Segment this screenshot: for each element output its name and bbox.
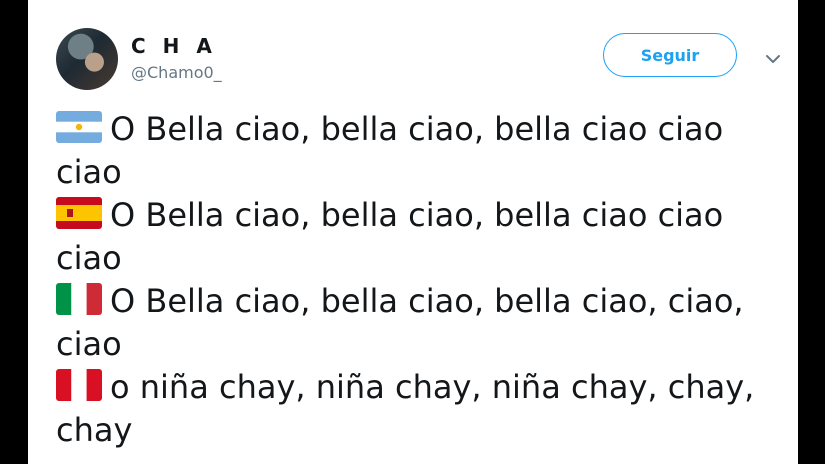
tweet-line-text: O Bella ciao, bella ciao, bella ciao, ci… bbox=[110, 282, 744, 320]
tweet-line: o niña chay, niña chay, niña chay, chay,… bbox=[56, 366, 756, 452]
display-name[interactable]: C H A bbox=[131, 34, 217, 58]
chevron-down-icon[interactable] bbox=[765, 51, 781, 67]
tweet-line-text: O Bella ciao, bella ciao, bella ciao cia… bbox=[110, 110, 724, 148]
italy-flag-icon bbox=[56, 283, 102, 315]
avatar[interactable] bbox=[56, 28, 118, 90]
tweet-line-wrap: ciao bbox=[56, 153, 122, 191]
tweet-line-text: o niña chay, niña chay, niña chay, chay, bbox=[110, 368, 755, 406]
peru-flag-icon bbox=[56, 369, 102, 401]
user-handle[interactable]: @Chamo0_ bbox=[131, 63, 222, 82]
follow-button[interactable]: Seguir bbox=[603, 33, 737, 77]
tweet-line-wrap: chay bbox=[56, 411, 133, 449]
tweet-line: O Bella ciao, bella ciao, bella ciao, ci… bbox=[56, 280, 756, 366]
argentina-flag-icon bbox=[56, 111, 102, 143]
tweet-line-text: O Bella ciao, bella ciao, bella ciao cia… bbox=[110, 196, 724, 234]
tweet-line: O Bella ciao, bella ciao, bella ciao cia… bbox=[56, 194, 756, 280]
tweet-line: O Bella ciao, bella ciao, bella ciao cia… bbox=[56, 108, 756, 194]
tweet-line-wrap: ciao bbox=[56, 325, 122, 363]
tweet-card: C H A @Chamo0_ Seguir O Bella ciao, bell… bbox=[28, 0, 798, 464]
tweet-line-wrap: ciao bbox=[56, 239, 122, 277]
tweet-text: O Bella ciao, bella ciao, bella ciao cia… bbox=[56, 108, 756, 452]
spain-flag-icon bbox=[56, 197, 102, 229]
